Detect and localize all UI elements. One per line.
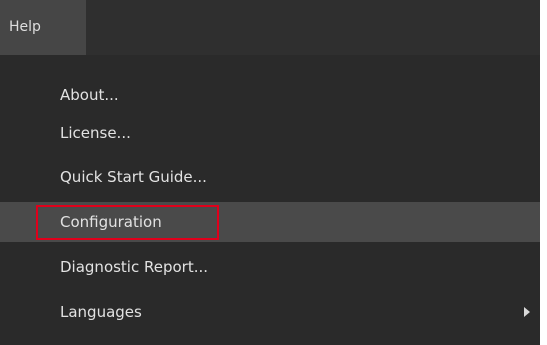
menu-item-about[interactable]: About... <box>0 75 540 115</box>
menu-item-label: Languages <box>60 303 142 321</box>
menu-bar: Help <box>0 0 540 55</box>
menu-item-label: Diagnostic Report... <box>60 258 209 276</box>
menu-item-label: Configuration <box>60 213 162 231</box>
menu-item-configuration[interactable]: Configuration <box>0 202 540 242</box>
menu-item-quick-start-guide[interactable]: Quick Start Guide... <box>0 157 540 197</box>
menu-item-label: About... <box>60 86 119 104</box>
menu-item-label: Quick Start Guide... <box>60 168 207 186</box>
menu-item-label: License... <box>60 124 131 142</box>
menu-item-languages[interactable]: Languages <box>0 292 540 332</box>
help-menu[interactable]: Help <box>0 0 86 55</box>
chevron-right-icon <box>524 307 530 317</box>
application-frame: Help About... License... Quick Start Gui… <box>0 0 547 345</box>
help-dropdown-menu: About... License... Quick Start Guide...… <box>0 55 540 345</box>
menu-item-diagnostic-report[interactable]: Diagnostic Report... <box>0 247 540 287</box>
menu-item-license[interactable]: License... <box>0 113 540 153</box>
